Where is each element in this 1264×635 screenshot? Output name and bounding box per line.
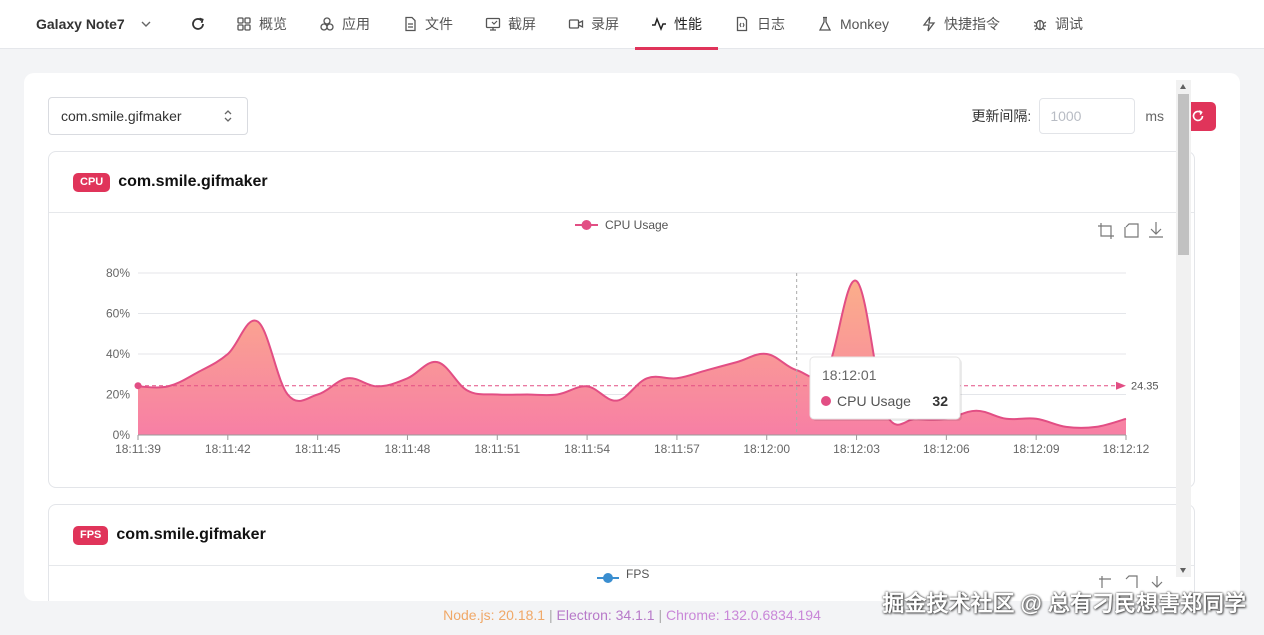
watermark: 掘金技术社区 @ 总有刁民想害郑同学 — [882, 591, 1246, 616]
x-tick-label: 18:11:48 — [385, 442, 431, 456]
video-icon — [568, 19, 584, 29]
x-tick-label: 18:11:54 — [564, 442, 610, 456]
screenshot-icon — [485, 17, 501, 31]
reset-icon — [1192, 110, 1204, 122]
file-icon — [405, 16, 416, 32]
x-tick-label: 18:12:09 — [1013, 442, 1060, 456]
interval-input[interactable] — [1039, 98, 1136, 134]
y-tick-label: 20% — [106, 388, 130, 402]
tab-activity[interactable]: 性能 — [635, 0, 718, 50]
cpu-chart[interactable]: 0% 20% 40% 60% 80% 18:11:39 18:11:42 18:11:45 18… — [49, 213, 1194, 487]
bolt-icon — [922, 16, 936, 32]
interval-label: 更新间隔: — [971, 108, 1032, 124]
fps-legend-label: FPS — [626, 567, 649, 581]
zoom-icon[interactable] — [1098, 223, 1114, 239]
x-tick-label: 18:12:03 — [833, 442, 880, 456]
tab-label: 截屏 — [508, 16, 536, 32]
download-icon[interactable] — [1149, 222, 1163, 238]
zoom-reset-icon[interactable] — [1124, 223, 1139, 238]
tab-label: 概览 — [259, 16, 287, 32]
x-tick-label: 18:12:12 — [1103, 442, 1150, 456]
performance-panel: com.smile.gifmaker 更新间隔: ms CPU com.smil… — [24, 73, 1240, 601]
tab-screenshot[interactable]: 截屏 — [469, 0, 552, 49]
top-nav: Galaxy Note7 概览 应用 文件 截屏 录屏 性能 日志 Monkey 快捷指令 调试 — [0, 0, 1264, 50]
activity-icon — [652, 16, 666, 32]
fps-badge: FPS — [73, 525, 109, 545]
x-tick-label: 18:11:51 — [474, 442, 520, 456]
chrome-version: Chrome: 132.0.6834.194 — [665, 607, 821, 623]
markline-label: 24.35 — [1131, 381, 1159, 393]
tab-bug[interactable]: 调试 — [1016, 0, 1099, 49]
tooltip-marker — [821, 396, 831, 406]
tab-label: 录屏 — [591, 16, 619, 32]
tab-video[interactable]: 录屏 — [552, 0, 635, 49]
tab-label: Monkey — [840, 16, 890, 32]
tab-label: 性能 — [674, 16, 702, 32]
footer-separator: | — [548, 607, 557, 623]
tooltip-value: 32 — [932, 393, 948, 409]
x-tick-label: 18:11:42 — [205, 442, 251, 456]
apps-icon — [320, 17, 334, 31]
fps-card-header: FPS com.smile.gifmaker — [49, 505, 1194, 566]
tab-grid[interactable]: 概览 — [220, 0, 303, 49]
interval-unit: ms — [1145, 108, 1164, 124]
cpu-card: CPU com.smile.gifmaker 0% 20% 40% 60% 80% 18:… — [48, 151, 1195, 488]
legend-marker[interactable] — [581, 220, 592, 230]
tab-bar: 概览 应用 文件 截屏 录屏 性能 日志 Monkey 快捷指令 调试 — [220, 0, 1099, 50]
package-select[interactable]: com.smile.gifmaker — [48, 97, 248, 135]
cpu-badge: CPU — [73, 172, 111, 192]
tab-flask[interactable]: Monkey — [801, 0, 905, 49]
chevron-down-icon — [141, 21, 151, 27]
cpu-area — [138, 280, 1126, 435]
x-tick-label: 18:11:57 — [654, 442, 700, 456]
x-tick-label: 18:11:45 — [295, 442, 341, 456]
x-tick-label: 18:11:39 — [115, 442, 161, 456]
y-tick-label: 40% — [106, 347, 130, 361]
device-selector[interactable]: Galaxy Note7 — [0, 0, 176, 49]
tab-bolt[interactable]: 快捷指令 — [905, 0, 1016, 49]
tab-label: 快捷指令 — [944, 16, 1001, 32]
device-name: Galaxy Note7 — [36, 16, 125, 32]
x-tick-label: 18:12:06 — [923, 442, 970, 456]
cpu-card-header: CPU com.smile.gifmaker — [49, 152, 1194, 213]
y-tick-label: 80% — [106, 266, 130, 280]
markline-arrow — [1116, 381, 1126, 390]
tooltip-time: 18:12:01 — [822, 367, 877, 383]
tab-label: 文件 — [425, 16, 453, 32]
tab-label: 调试 — [1055, 16, 1084, 32]
cpu-card-title: com.smile.gifmaker — [118, 173, 268, 190]
grid-icon — [237, 17, 251, 31]
refresh-icon — [192, 17, 204, 30]
scroll-thumb[interactable] — [1178, 94, 1189, 255]
y-tick-label: 60% — [106, 307, 130, 321]
footer-separator: | — [658, 607, 666, 623]
scroll-down-arrow[interactable] — [1180, 568, 1186, 573]
vertical-scrollbar[interactable] — [1176, 80, 1191, 577]
tab-label: 应用 — [342, 16, 370, 32]
fps-legend-item[interactable]: FPS — [597, 567, 649, 583]
x-tick-label: 18:12:00 — [743, 442, 790, 456]
tab-apps[interactable]: 应用 — [303, 0, 386, 49]
refresh-device-button[interactable] — [176, 0, 220, 49]
y-tick-label: 0% — [113, 428, 131, 442]
legend-label: CPU Usage — [605, 218, 669, 232]
flask-icon — [818, 16, 832, 31]
node-version: Node.js: 20.18.1 — [443, 607, 546, 623]
log-icon — [736, 16, 748, 32]
chart-list[interactable]: CPU com.smile.gifmaker 0% 20% 40% 60% 80% 18:… — [48, 151, 1218, 601]
tab-label: 日志 — [757, 16, 785, 32]
package-select-value: com.smile.gifmaker — [61, 108, 182, 124]
scroll-up-arrow[interactable] — [1180, 84, 1186, 89]
tab-file[interactable]: 文件 — [386, 0, 469, 49]
bug-icon — [1033, 19, 1047, 31]
tooltip-series-name: CPU Usage — [837, 393, 911, 409]
fps-card-title: com.smile.gifmaker — [116, 526, 266, 543]
select-updown-icon — [224, 110, 232, 122]
tab-log[interactable]: 日志 — [718, 0, 801, 49]
electron-version: Electron: 34.1.1 — [556, 607, 655, 623]
